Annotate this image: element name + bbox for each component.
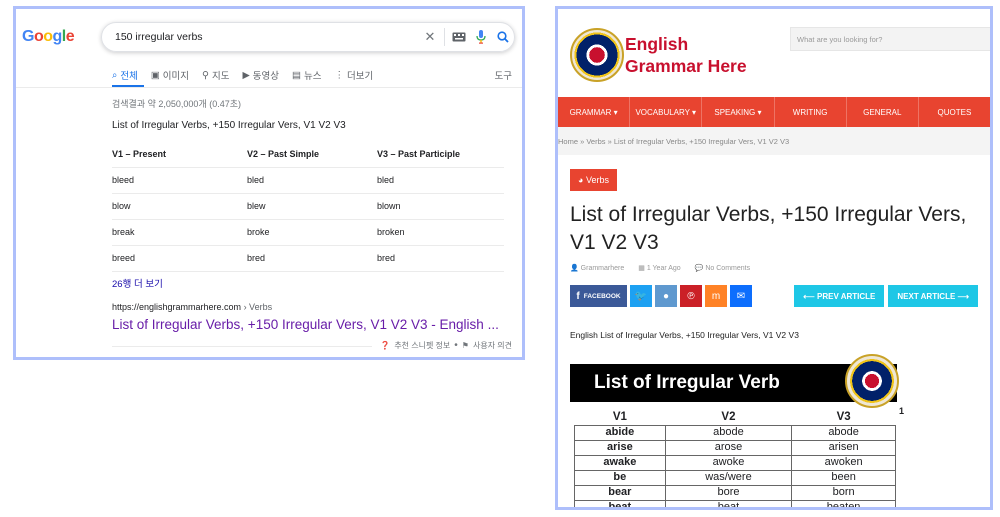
article-pager: ⟵ PREV ARTICLE NEXT ARTICLE ⟶ (794, 285, 978, 307)
column-header: V1 – Present (112, 141, 247, 168)
table-row: break broke broken (112, 219, 504, 246)
reddit-icon: ● (662, 290, 670, 302)
verbs-table: V1 V2 V3 abide abode abode arise arose arise… (574, 410, 896, 507)
nav-grammar[interactable]: GRAMMAR ▾ (558, 97, 631, 127)
featured-snippet-table: V1 – Present V2 – Past Simple V3 – Past … (112, 141, 504, 272)
nav-writing[interactable]: WRITING (775, 97, 847, 127)
tab-maps[interactable]: ⚲ 지도 (202, 68, 229, 83)
share-buttons: f FACEBOOK 🐦 ● ℗ m ✉ (570, 285, 752, 307)
email-share-button[interactable]: ✉ (730, 285, 752, 307)
reddit-share-button[interactable]: ● (655, 285, 677, 307)
feedback-icon: ⚑ (461, 341, 469, 350)
site-name[interactable]: English Grammar Here (625, 33, 747, 77)
table-row: be was/were been (574, 469, 896, 486)
map-pin-icon: ⚲ (202, 69, 209, 81)
website-panel: English Grammar Here What are you lookin… (555, 6, 993, 510)
snippet-info-link[interactable]: 추천 스니펫 정보 (394, 340, 450, 351)
result-stats: 검색결과 약 2,050,000개 (0.47초) (112, 99, 242, 109)
table-row: bear bore born (574, 484, 896, 501)
search-icon: ⌕ (112, 69, 118, 81)
video-icon: ▶ (242, 69, 250, 81)
figure-page-number: 1 (899, 406, 905, 416)
twitter-share-button[interactable]: 🐦 (630, 285, 652, 307)
irregular-verbs-image: List of Irregular Verb 1 V1 V2 V3 abide a… (570, 354, 904, 507)
post-comments[interactable]: 💬 No Comments (695, 264, 750, 272)
column-header: V1 (612, 411, 627, 424)
tools-button[interactable]: 도구 (495, 68, 512, 82)
tabs-divider (16, 87, 522, 88)
search-divider (444, 28, 445, 46)
footer-divider (112, 346, 372, 347)
facebook-icon: f (576, 290, 580, 302)
envelope-icon: ✉ (736, 290, 746, 302)
post-title: List of Irregular Verbs, +150 Irregular … (570, 203, 967, 254)
table-row: breed bred bred (112, 245, 504, 272)
post-date: ▦ 1 Year Ago (638, 265, 681, 272)
microphone-icon[interactable] (470, 27, 492, 47)
facebook-share-button[interactable]: f FACEBOOK (570, 285, 627, 307)
separator-dot: • (454, 340, 458, 351)
next-article-button[interactable]: NEXT ARTICLE ⟶ (888, 285, 978, 307)
nav-speaking[interactable]: SPEAKING ▾ (702, 97, 775, 127)
more-rows-link[interactable]: 26행 더 보기 (112, 276, 163, 290)
nav-quotes[interactable]: QUOTES (919, 97, 990, 127)
clear-icon[interactable]: ✕ (419, 27, 441, 47)
search-icon[interactable] (492, 27, 514, 47)
user-icon: 👤 (570, 265, 581, 272)
globe-icon: ◕ (578, 175, 584, 185)
more-icon: ⋮ (334, 69, 345, 81)
search-tabs: ⌕ 전체 ▣ 이미지 ⚲ 지도 ▶ 동영상 ▤ 뉴스 ⋮ 더보기 도구 (112, 68, 512, 83)
table-row: bleed bled bled (112, 167, 504, 194)
column-header: V3 – Past Participle (377, 141, 504, 168)
twitter-icon: 🐦 (634, 290, 648, 302)
feedback-link[interactable]: 사용자 의견 (473, 340, 512, 351)
pinterest-share-button[interactable]: ℗ (680, 285, 702, 307)
keyboard-icon[interactable] (448, 27, 470, 47)
post-author[interactable]: 👤 Grammarhere (570, 264, 624, 272)
prev-article-button[interactable]: ⟵ PREV ARTICLE (794, 285, 885, 307)
result-url[interactable]: https://englishgrammarhere.com › Verbs (112, 302, 272, 312)
mix-icon: m (711, 290, 721, 302)
table-header-row: V1 V2 V3 (575, 410, 896, 425)
tab-news[interactable]: ▤ 뉴스 (292, 68, 321, 83)
figure-logo-seal (845, 354, 899, 408)
tab-all[interactable]: ⌕ 전체 (112, 68, 138, 83)
main-nav: GRAMMAR ▾ VOCABULARY ▾ SPEAKING ▾ WRITIN… (558, 97, 990, 127)
table-row: beat beat beaten (574, 499, 896, 507)
table-row: awake awoke awoken (574, 454, 896, 471)
tab-images[interactable]: ▣ 이미지 (150, 68, 189, 83)
table-header-row: V1 – Present V2 – Past Simple V3 – Past … (112, 141, 504, 168)
image-icon: ▣ (150, 69, 160, 81)
category-badge[interactable]: ◕ Verbs (570, 169, 617, 191)
google-results-panel: Google 150 irregular verbs ✕ ⌕ 전체 ▣ 이미지 ⚲ 지… (13, 6, 525, 360)
tab-videos[interactable]: ▶ 동영상 (242, 68, 279, 83)
site-logo[interactable] (570, 28, 624, 82)
table-row: arise arose arisen (574, 439, 896, 456)
news-icon: ▤ (292, 69, 302, 81)
mix-share-button[interactable]: m (705, 285, 727, 307)
result-title-link[interactable]: List of Irregular Verbs, +150 Irregular … (112, 317, 499, 332)
column-header: V2 – Past Simple (247, 141, 377, 168)
featured-snippet-title: List of Irregular Verbs, +150 Irregular … (112, 120, 346, 131)
breadcrumb[interactable]: Home » Verbs » List of Irregular Verbs, … (558, 127, 990, 155)
table-row: blow blew blown (112, 193, 504, 220)
search-box[interactable]: 150 irregular verbs ✕ (101, 22, 515, 52)
nav-general[interactable]: GENERAL (847, 97, 919, 127)
table-row: abide abode abode (574, 424, 896, 441)
pinterest-icon: ℗ (687, 290, 695, 302)
nav-vocabulary[interactable]: VOCABULARY ▾ (630, 97, 703, 127)
calendar-icon: ▦ (638, 265, 647, 272)
google-logo[interactable]: Google (22, 28, 75, 46)
comment-icon: 💬 (694, 265, 706, 272)
tab-more[interactable]: ⋮ 더보기 (334, 68, 374, 83)
column-header: V2 (721, 411, 736, 424)
post-intro: English List of Irregular Verbs, +150 Ir… (570, 330, 799, 340)
search-input[interactable]: 150 irregular verbs (115, 31, 419, 43)
snippet-footer: ❓ 추천 스니펫 정보 • ⚑ 사용자 의견 (380, 340, 512, 351)
help-icon: ❓ (380, 341, 391, 350)
site-search-input[interactable]: What are you looking for? (790, 27, 990, 51)
column-header: V3 (836, 411, 851, 424)
post-meta: 👤 Grammarhere ▦ 1 Year Ago 💬 No Comments (570, 264, 750, 272)
